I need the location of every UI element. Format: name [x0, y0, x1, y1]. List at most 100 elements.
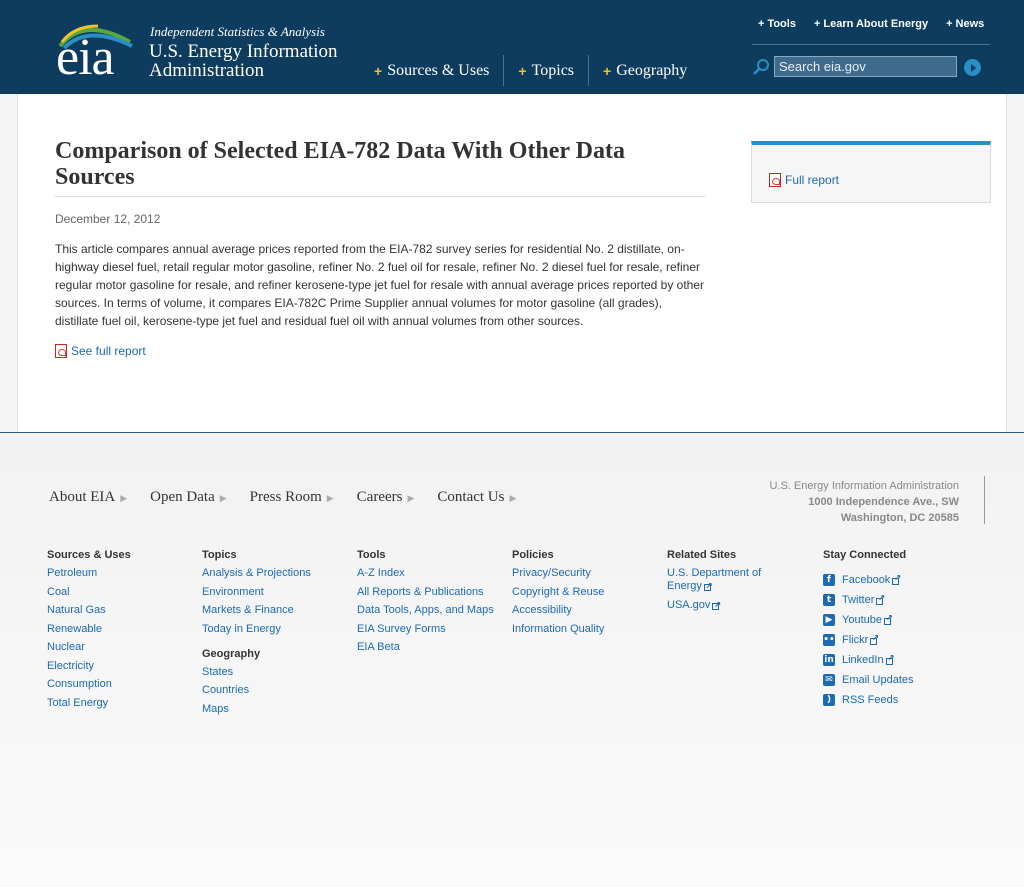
footer-link[interactable]: Petroleum [47, 567, 197, 580]
footer-link[interactable]: Total Energy [47, 697, 197, 710]
address-line: Washington, DC 20585 [840, 512, 959, 524]
rss-icon: ) [823, 694, 835, 706]
footer-link[interactable]: Electricity [47, 660, 197, 673]
footer-link[interactable]: Data Tools, Apps, and Maps [357, 604, 507, 617]
footer-nav-press-room[interactable]: Press Room ▶ [250, 489, 334, 506]
footer-link[interactable]: Accessibility [512, 604, 662, 617]
plus-icon: + [758, 18, 765, 30]
address-line: U.S. Energy Information Administration [769, 480, 959, 492]
footer-col-sources-uses: Sources & Uses Petroleum Coal Natural Ga… [47, 549, 197, 715]
youtube-icon: ▶ [823, 614, 835, 626]
nav-label: About EIA [49, 489, 116, 505]
footer-link[interactable]: Maps [202, 703, 352, 716]
footer-col-related-sites: Related Sites U.S. Department of Energy … [667, 549, 777, 617]
footer-nav-about[interactable]: About EIA ▶ [49, 489, 127, 506]
social-rss[interactable]: ) RSS Feeds [823, 694, 973, 706]
social-facebook[interactable]: f Facebook [823, 573, 973, 586]
footer-link[interactable]: EIA Beta [357, 641, 507, 654]
address-block: U.S. Energy Information Administration 1… [760, 478, 959, 526]
main-nav: + Sources & Uses + Topics + Geography [360, 55, 701, 87]
nav-label: Topics [531, 61, 575, 79]
full-report-link[interactable]: Full report [769, 173, 839, 187]
search-go-button[interactable] [964, 59, 981, 76]
footer-link[interactable]: Nuclear [47, 641, 197, 654]
footer-col-stay-connected: Stay Connected f Facebook t Twitter ▶ Youtu… [823, 549, 973, 714]
twitter-icon: t [823, 594, 835, 606]
nav-label: Contact Us [437, 489, 505, 505]
social-youtube[interactable]: ▶ Youtube [823, 613, 973, 626]
sidebar-box: Full report [751, 141, 991, 203]
see-full-report-link[interactable]: See full report [55, 344, 146, 358]
footer-link[interactable]: Renewable [47, 623, 197, 636]
footer-link[interactable]: Information Quality [512, 623, 662, 636]
footer-link[interactable]: EIA Survey Forms [357, 623, 507, 636]
footer-link[interactable]: Environment [202, 586, 352, 599]
social-twitter[interactable]: t Twitter [823, 593, 973, 606]
link-label: Youtube [842, 614, 882, 626]
social-linkedin[interactable]: in LinkedIn [823, 653, 973, 666]
footer-link[interactable]: Countries [202, 684, 352, 697]
nav-topics[interactable]: + Topics [503, 55, 588, 86]
footer-link[interactable]: A-Z Index [357, 567, 507, 580]
util-label: Tools [767, 18, 796, 30]
footer-nav: About EIA ▶ Open Data ▶ Press Room ▶ Career… [49, 489, 539, 506]
footer-nav-open-data[interactable]: Open Data ▶ [150, 489, 226, 506]
footer-nav-careers[interactable]: Careers ▶ [357, 489, 415, 506]
search-input[interactable] [774, 56, 957, 77]
logo-text: eia [56, 29, 115, 86]
column-heading: Topics [202, 549, 237, 561]
footer-link-doe[interactable]: U.S. Department of Energy [667, 567, 777, 593]
tagline: Independent Statistics & Analysis [150, 24, 325, 39]
link-label: U.S. Department of Energy [667, 567, 762, 592]
pdf-icon [769, 173, 781, 187]
org-name[interactable]: U.S. Energy Information Administration [149, 42, 369, 80]
util-news[interactable]: + News [946, 18, 984, 30]
link-label: Full report [785, 173, 840, 187]
plus-icon: + [603, 62, 612, 79]
footer-col-tools: Tools A-Z Index All Reports & Publicatio… [357, 549, 507, 660]
link-label: Twitter [842, 594, 875, 606]
plus-icon: + [946, 18, 953, 30]
footer-link[interactable]: Today in Energy [202, 623, 352, 636]
footer-link[interactable]: Privacy/Security [512, 567, 662, 580]
footer-link[interactable]: Copyright & Reuse [512, 586, 662, 599]
external-link-icon [712, 598, 721, 611]
footer-link[interactable]: Consumption [47, 678, 197, 691]
link-label: RSS Feeds [842, 694, 899, 706]
footer-link[interactable]: All Reports & Publications [357, 586, 507, 599]
arrow-icon: ▶ [407, 493, 415, 503]
external-link-icon [703, 579, 713, 592]
nav-label: Geography [616, 61, 688, 79]
nav-label: Sources & Uses [387, 61, 490, 79]
util-learn-about-energy[interactable]: + Learn About Energy [814, 18, 928, 30]
eia-logo[interactable]: eia [54, 20, 138, 86]
arrow-icon: ▶ [509, 493, 517, 503]
footer-col-topics: Topics Analysis & Projections Environmen… [202, 549, 352, 721]
link-label: USA.gov [667, 598, 711, 611]
column-heading: Policies [512, 549, 554, 561]
footer-nav-contact[interactable]: Contact Us ▶ [437, 489, 516, 506]
plus-icon: + [813, 18, 821, 30]
nav-sources-uses[interactable]: + Sources & Uses [360, 55, 503, 86]
arrow-icon: ▶ [326, 493, 334, 503]
column-heading: Geography [202, 647, 261, 660]
external-link-icon [885, 653, 894, 665]
column-heading: Sources & Uses [47, 549, 131, 561]
search-icon [753, 59, 769, 75]
footer-link[interactable]: Markets & Finance [202, 604, 352, 617]
link-label: Facebook [842, 574, 891, 586]
article-description: This article compares annual average pri… [55, 242, 705, 328]
nav-geography[interactable]: + Geography [588, 55, 701, 86]
footer-col-policies: Policies Privacy/Security Copyright & Re… [512, 549, 662, 641]
social-flickr[interactable]: •• Flickr [823, 633, 973, 646]
divider [55, 196, 705, 197]
footer-link-usagov[interactable]: USA.gov [667, 598, 777, 612]
util-tools[interactable]: + Tools [758, 18, 796, 30]
footer-link[interactable]: Analysis & Projections [202, 567, 352, 580]
footer-link[interactable]: Natural Gas [47, 604, 197, 617]
footer-link[interactable]: Coal [47, 586, 197, 599]
footer-link[interactable]: States [202, 666, 352, 679]
social-email[interactable]: ✉ Email Updates [823, 674, 973, 686]
arrow-icon: ▶ [120, 493, 128, 503]
link-label: See full report [71, 344, 146, 358]
